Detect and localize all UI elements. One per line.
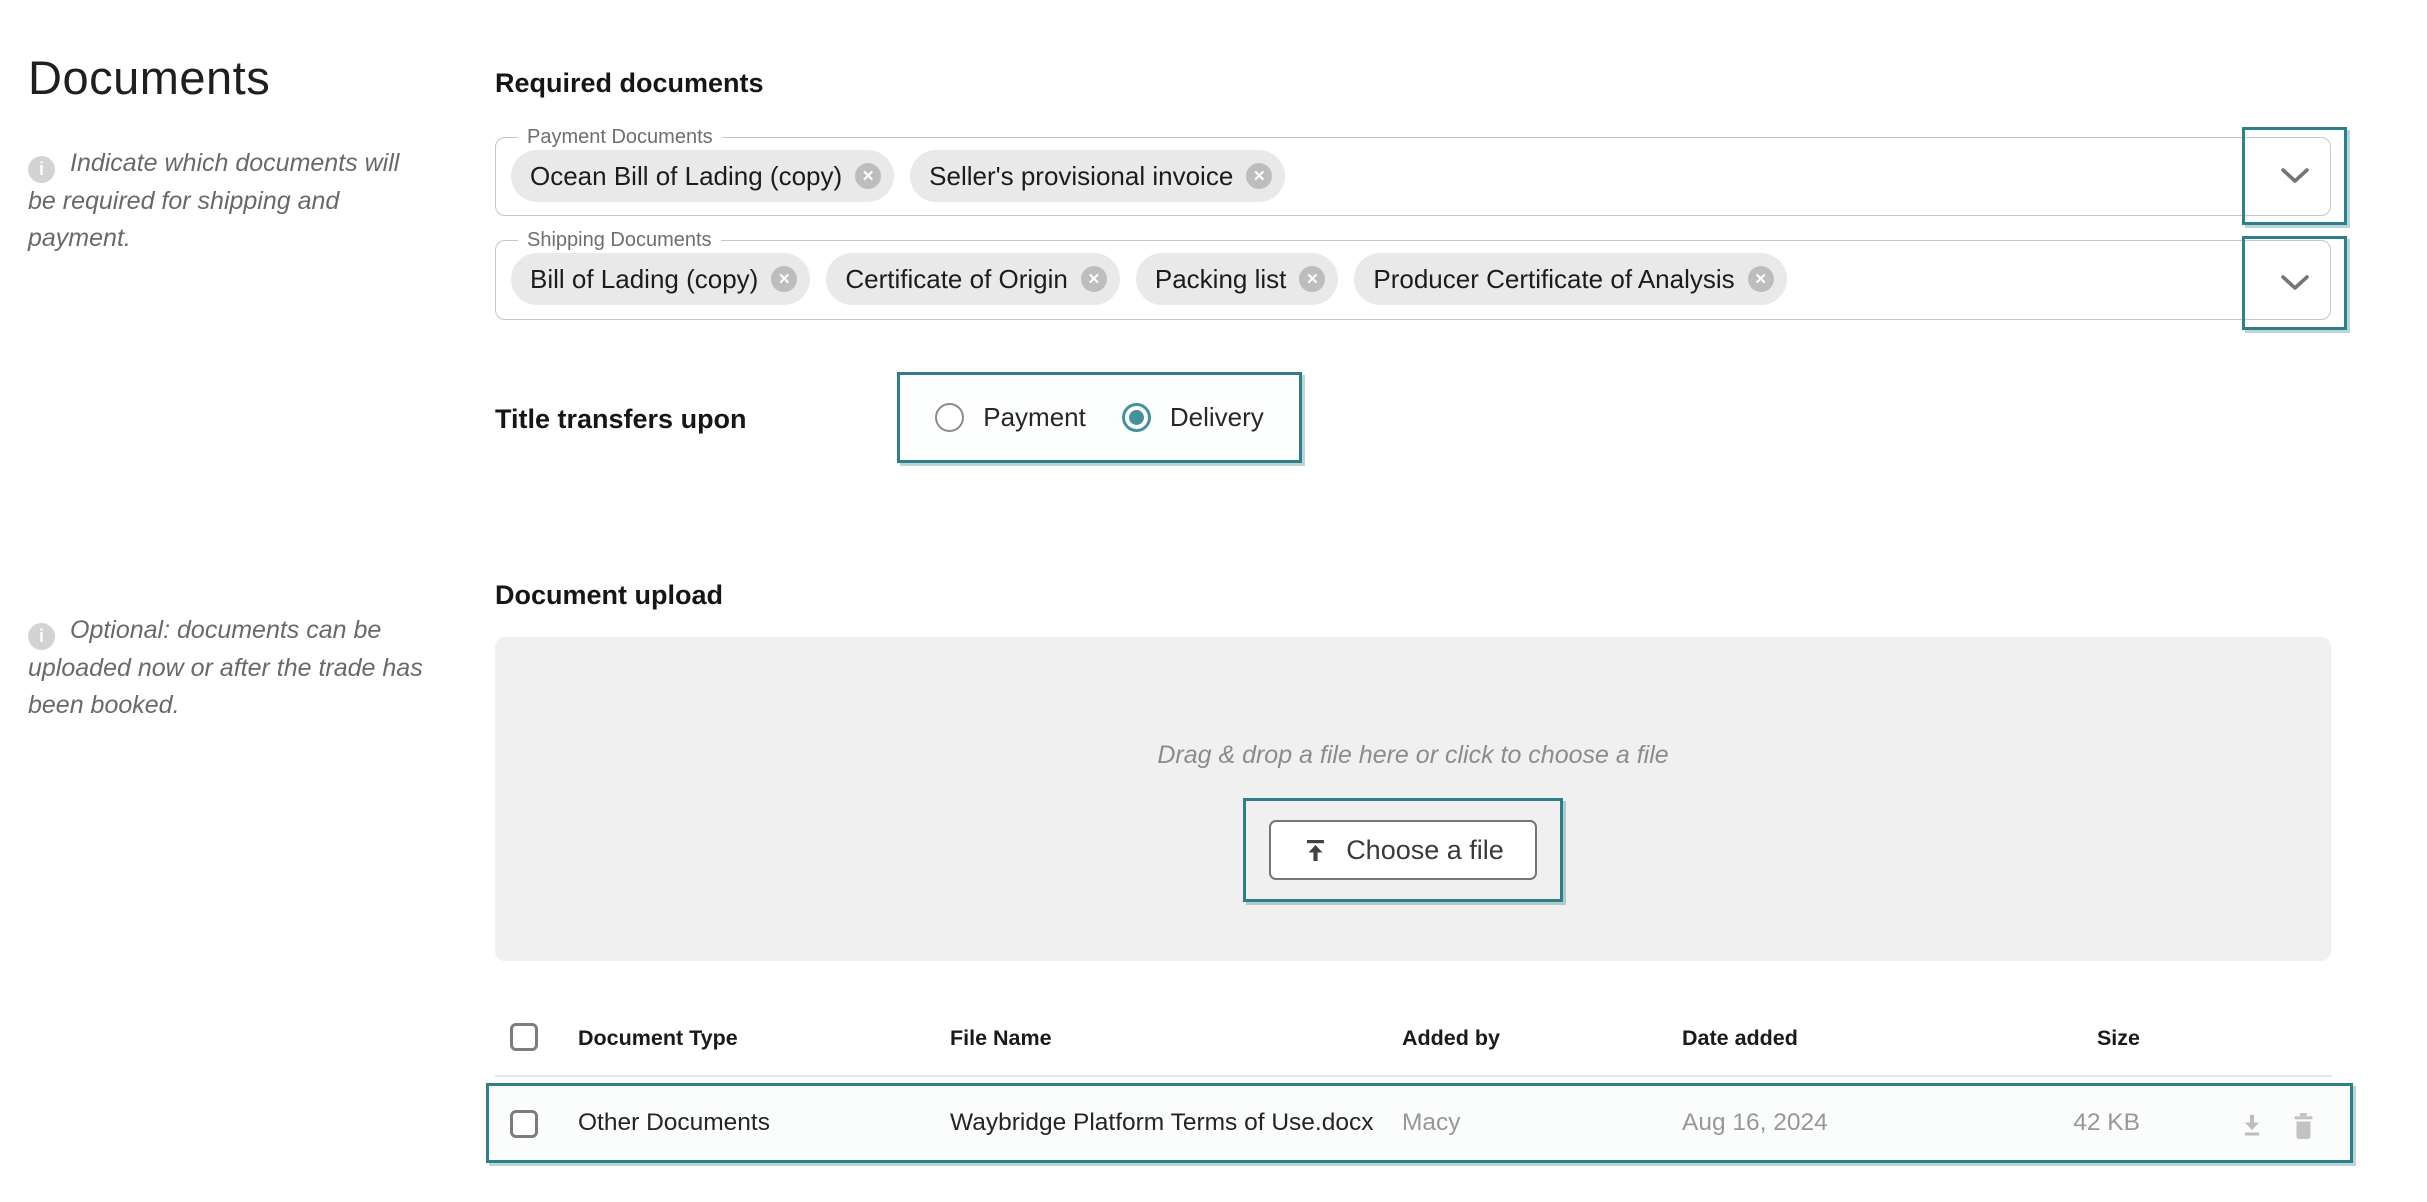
chip-label: Bill of Lading (copy)	[530, 264, 758, 295]
chip-label: Producer Certificate of Analysis	[1373, 264, 1734, 295]
info-note-text: Indicate which documents will be require…	[28, 149, 399, 252]
chip-shipping-doc[interactable]: Packing list ✕	[1136, 253, 1339, 305]
payment-documents-dropdown-toggle[interactable]	[2242, 127, 2347, 225]
chip-label: Packing list	[1155, 264, 1287, 295]
table-header-divider	[495, 1075, 2332, 1077]
row-file-name: Waybridge Platform Terms of Use.docx	[950, 1109, 1373, 1137]
choose-file-button[interactable]: Choose a file	[1269, 820, 1537, 880]
chip-shipping-doc[interactable]: Certificate of Origin ✕	[826, 253, 1120, 305]
col-header-date-added: Date added	[1682, 1026, 1798, 1051]
radio-label: Payment	[983, 402, 1086, 433]
download-button[interactable]	[2239, 1112, 2265, 1144]
table-row[interactable]: Other Documents Waybridge Platform Terms…	[486, 1083, 2353, 1163]
info-note-text: Optional: documents can be uploaded now …	[28, 616, 423, 719]
row-document-type: Other Documents	[578, 1109, 770, 1137]
chip-remove-icon[interactable]: ✕	[1299, 266, 1325, 292]
col-header-added-by: Added by	[1402, 1026, 1500, 1051]
page-title: Documents	[28, 50, 270, 105]
choose-file-annotation: Choose a file	[1243, 798, 1563, 902]
documents-page: Documents iIndicate which documents will…	[0, 0, 2427, 1202]
chip-remove-icon[interactable]: ✕	[1081, 266, 1107, 292]
document-upload-heading: Document upload	[495, 580, 723, 611]
col-header-file-name: File Name	[950, 1026, 1052, 1051]
select-all-checkbox[interactable]	[510, 1023, 538, 1051]
chip-remove-icon[interactable]: ✕	[855, 163, 881, 189]
chip-payment-doc[interactable]: Ocean Bill of Lading (copy) ✕	[511, 150, 894, 202]
delete-button[interactable]	[2291, 1112, 2316, 1146]
chip-payment-doc[interactable]: Seller's provisional invoice ✕	[910, 150, 1285, 202]
shipping-documents-chips: Bill of Lading (copy) ✕ Certificate of O…	[511, 253, 1787, 305]
chip-shipping-doc[interactable]: Bill of Lading (copy) ✕	[511, 253, 810, 305]
choose-file-label: Choose a file	[1346, 835, 1504, 866]
shipping-documents-field[interactable]: Shipping Documents Bill of Lading (copy)…	[495, 240, 2331, 320]
row-added-by: Macy	[1402, 1109, 1461, 1137]
download-icon	[2239, 1112, 2265, 1139]
shipping-documents-label: Shipping Documents	[518, 229, 721, 252]
row-checkbox[interactable]	[510, 1110, 538, 1138]
dropzone-hint-text: Drag & drop a file here or click to choo…	[495, 741, 2331, 770]
chip-shipping-doc[interactable]: Producer Certificate of Analysis ✕	[1354, 253, 1786, 305]
row-size: 42 KB	[2040, 1109, 2140, 1137]
radio-label: Delivery	[1170, 402, 1264, 433]
radio-unselected-icon[interactable]	[935, 403, 964, 432]
info-note-optional: iOptional: documents can be uploaded now…	[28, 612, 446, 724]
chip-label: Certificate of Origin	[845, 264, 1068, 295]
radio-dot	[1129, 410, 1144, 425]
radio-selected-icon[interactable]	[1122, 403, 1151, 432]
upload-icon	[1302, 837, 1329, 864]
info-icon: i	[28, 156, 55, 183]
chip-remove-icon[interactable]: ✕	[771, 266, 797, 292]
chevron-down-icon	[2279, 274, 2311, 292]
info-note-required: iIndicate which documents will be requir…	[28, 145, 424, 257]
chip-label: Seller's provisional invoice	[929, 161, 1233, 192]
payment-documents-field[interactable]: Payment Documents Ocean Bill of Lading (…	[495, 137, 2331, 216]
radio-option-payment[interactable]: Payment	[935, 402, 1086, 433]
trash-icon	[2291, 1112, 2316, 1141]
shipping-documents-dropdown-toggle[interactable]	[2242, 236, 2347, 330]
info-icon: i	[28, 623, 55, 650]
title-transfers-radio-group: Payment Delivery	[897, 372, 1302, 463]
chip-remove-icon[interactable]: ✕	[1246, 163, 1272, 189]
payment-documents-label: Payment Documents	[518, 126, 722, 149]
title-transfers-label: Title transfers upon	[495, 404, 747, 435]
col-header-document-type: Document Type	[578, 1026, 738, 1051]
chevron-down-icon	[2279, 167, 2311, 185]
required-documents-heading: Required documents	[495, 68, 764, 99]
row-date-added: Aug 16, 2024	[1682, 1109, 1828, 1137]
radio-option-delivery[interactable]: Delivery	[1122, 402, 1264, 433]
payment-documents-chips: Ocean Bill of Lading (copy) ✕ Seller's p…	[511, 150, 1285, 202]
chip-label: Ocean Bill of Lading (copy)	[530, 161, 842, 192]
col-header-size: Size	[2040, 1026, 2140, 1051]
chip-remove-icon[interactable]: ✕	[1748, 266, 1774, 292]
